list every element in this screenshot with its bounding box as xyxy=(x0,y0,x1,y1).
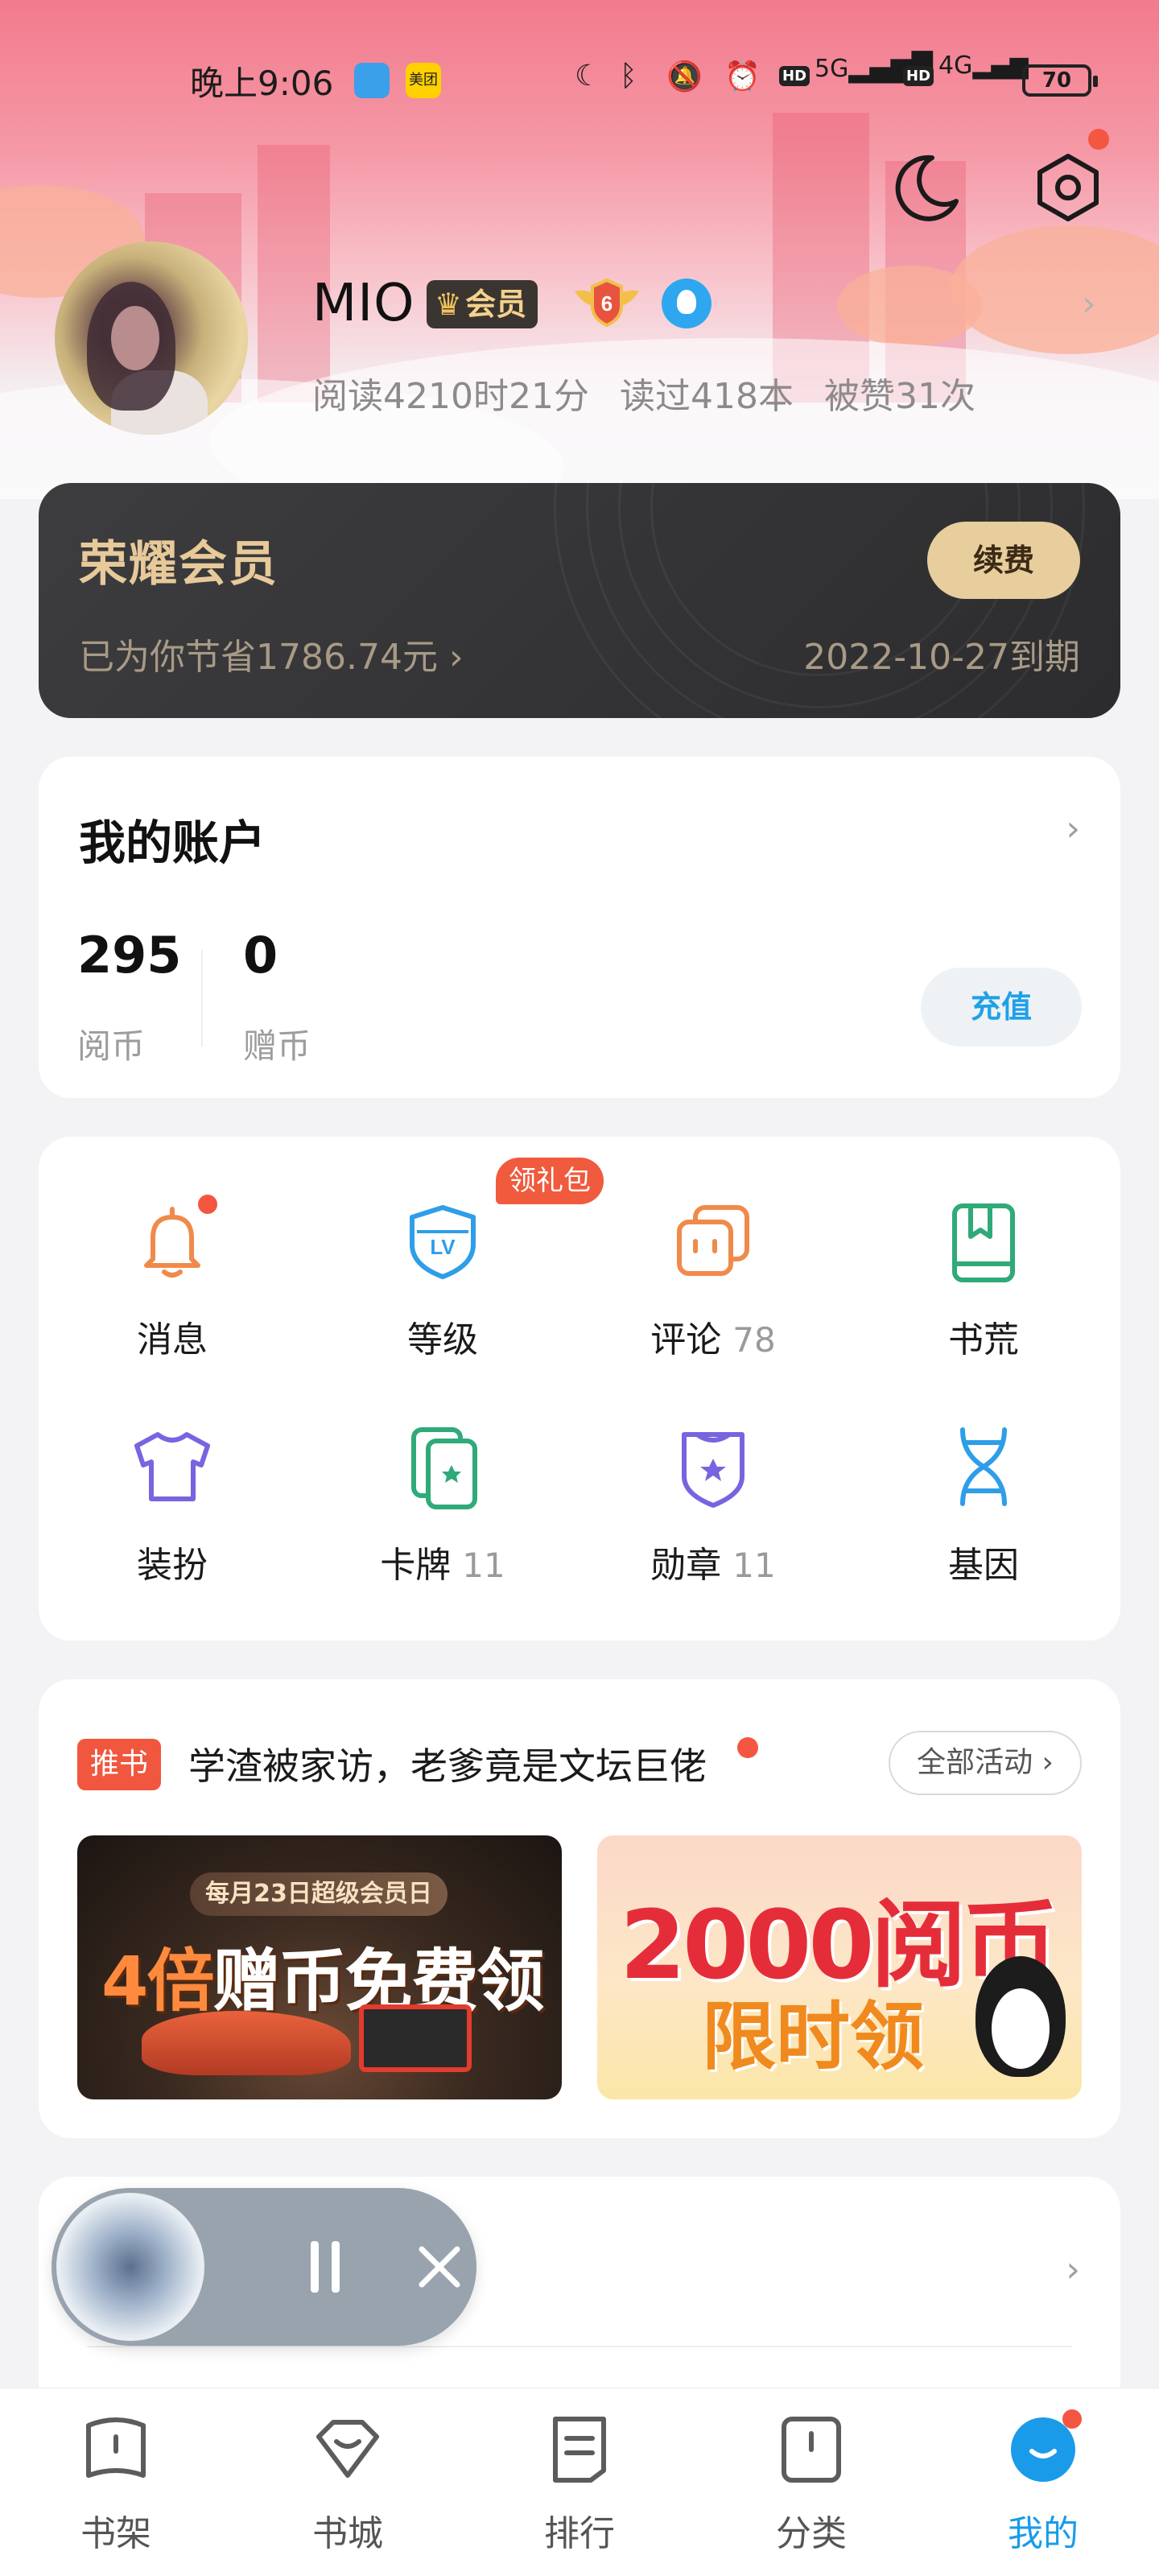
comment-icon xyxy=(677,1205,749,1276)
grid-item-messages[interactable]: 消息 xyxy=(60,1193,285,1362)
more-chevron-icon[interactable]: › xyxy=(1066,2249,1080,2290)
banner-pill: 每月23日超级会员日 xyxy=(190,1872,448,1916)
level-number: 6 xyxy=(601,291,612,316)
category-icon xyxy=(782,2417,841,2483)
grid-label: 消息 xyxy=(137,1319,208,1360)
grid-item-gene[interactable]: 基因 xyxy=(871,1418,1096,1587)
account-card: 我的账户 › 295 阅币 0 赠币 充值 xyxy=(39,757,1120,1098)
divider xyxy=(87,2346,1072,2347)
game-console-image xyxy=(359,2004,472,2072)
settings-notification-dot xyxy=(1088,129,1109,150)
coin-label: 阅币 xyxy=(77,1026,146,1066)
pause-icon[interactable] xyxy=(306,2241,344,2293)
grid-label: 装扮 xyxy=(137,1545,208,1586)
dna-icon xyxy=(960,1427,1007,1506)
audio-cover-image[interactable] xyxy=(56,2193,204,2341)
banner-headline: 4倍赠币免费领 xyxy=(101,1942,544,2021)
honor-member-card[interactable]: 荣耀会员 已为你节省1786.74元 › 2022-10-27到期 续费 xyxy=(39,483,1120,718)
grid-item-medals[interactable]: 勋章 11 xyxy=(600,1418,826,1587)
renew-button[interactable]: 续费 xyxy=(927,522,1080,599)
recommend-tag: 推书 xyxy=(77,1739,161,1790)
books-read-stat: 读过418本 xyxy=(619,376,794,417)
settings-icon[interactable] xyxy=(1032,151,1104,224)
grid-label: 书荒 xyxy=(948,1319,1019,1360)
hd-icon-2: HD xyxy=(903,66,934,86)
grid-item-level[interactable]: LV 等级 xyxy=(330,1193,555,1362)
bookshelf-icon xyxy=(86,2417,146,2478)
grid-item-cards[interactable]: 卡牌 11 xyxy=(330,1418,555,1587)
nav-bookstore[interactable]: 书城 xyxy=(267,2409,428,2556)
bookstore-icon xyxy=(316,2420,379,2478)
bluetooth-icon: ᛒ xyxy=(620,60,637,93)
signal-4g-icon: 4G▂▄▆ xyxy=(938,52,1029,80)
super-member-day-banner[interactable]: 每月23日超级会员日 4倍赠币免费领 xyxy=(77,1835,562,2099)
svg-text:LV: LV xyxy=(430,1235,456,1259)
expire-date: 2022-10-27到期 xyxy=(803,637,1080,678)
battery-icon: 70 xyxy=(1022,64,1098,97)
recharge-button[interactable]: 充值 xyxy=(921,968,1082,1046)
ranking-icon xyxy=(553,2417,606,2483)
card-icon xyxy=(411,1427,477,1509)
banner-headline-limited: 限时领 xyxy=(702,1994,925,2080)
night-mode-icon[interactable] xyxy=(892,153,961,222)
mute-icon: 🔕 xyxy=(666,60,703,93)
level-wings-badge[interactable]: 6 xyxy=(568,274,645,330)
tshirt-icon xyxy=(134,1432,210,1501)
account-title[interactable]: 我的账户 xyxy=(79,805,266,873)
reading-time-stat: 阅读4210时21分 xyxy=(312,376,589,417)
likes-stat: 被赞31次 xyxy=(823,376,975,417)
floating-audio-player[interactable] xyxy=(52,2188,476,2346)
grid-label: 等级 xyxy=(407,1319,478,1360)
grid-label: 基因 xyxy=(948,1545,1019,1586)
gift-coin-balance[interactable]: 0 xyxy=(243,926,278,985)
balance-divider xyxy=(201,950,203,1046)
nav-profile[interactable]: 我的 xyxy=(963,2409,1124,2556)
nav-bookshelf[interactable]: 书架 xyxy=(35,2409,196,2556)
coins-banner[interactable]: 2000阅币 限时领 xyxy=(597,1835,1082,2099)
crown-icon: ♛ xyxy=(435,287,463,322)
moon-status-icon: ☾ xyxy=(575,60,601,93)
close-icon[interactable] xyxy=(410,2238,468,2296)
savings-link[interactable]: 已为你节省1786.74元 › xyxy=(79,628,464,679)
hd-icon: HD xyxy=(779,66,810,86)
avatar[interactable] xyxy=(55,242,248,435)
alarm-icon: ⏰ xyxy=(724,60,761,93)
member-title: 荣耀会员 xyxy=(79,536,278,592)
grid-label: 卡牌 11 xyxy=(380,1545,505,1586)
medal-icon xyxy=(682,1432,744,1508)
username[interactable]: MIO xyxy=(312,274,415,333)
gift-coin-label: 赠币 xyxy=(243,1026,311,1066)
bottom-navigation: 书架 书城 排行 分类 我的 xyxy=(0,2388,1159,2576)
meituan-notification-icon: 美团 xyxy=(406,63,441,98)
status-bar: 晚上9:06 美团 ☾ ᛒ 🔕 ⏰ HD 5G▂▄▆█ HD 4G▂▄▆ 70 xyxy=(0,48,1159,113)
grid-item-book-shortage[interactable]: 书荒 xyxy=(871,1193,1096,1362)
qq-notification-icon xyxy=(354,63,390,98)
profile-stats: 阅读4210时21分 读过418本 被赞31次 xyxy=(312,367,995,419)
level-shield-icon: LV xyxy=(410,1205,476,1279)
qq-icon[interactable] xyxy=(662,279,711,328)
grid-item-dressup[interactable]: 装扮 xyxy=(60,1418,285,1587)
account-chevron-icon[interactable]: › xyxy=(1066,808,1080,849)
member-badge[interactable]: ♛ 会员 xyxy=(427,280,538,328)
nav-category[interactable]: 分类 xyxy=(731,2409,892,2556)
all-activities-button[interactable]: 全部活动 › xyxy=(889,1731,1082,1795)
promo-card: 推书 学渣被家访，老爹竟是文坛巨佬 全部活动 › 每月23日超级会员日 4倍赠币… xyxy=(39,1679,1120,2138)
status-time: 晚上9:06 xyxy=(190,64,334,103)
recommended-book-link[interactable]: 学渣被家访，老爹竟是文坛巨佬 xyxy=(188,1737,707,1790)
profile-chevron-icon[interactable]: › xyxy=(1082,283,1096,324)
profile-icon xyxy=(1011,2409,1082,2482)
penguin-mascot-image xyxy=(975,1956,1066,2077)
nav-ranking[interactable]: 排行 xyxy=(499,2409,660,2556)
grid-item-comments[interactable]: 评论 78 xyxy=(600,1193,826,1362)
grid-label: 评论 78 xyxy=(650,1319,776,1360)
coin-balance[interactable]: 295 xyxy=(77,926,181,985)
bookmark-book-icon xyxy=(952,1203,1015,1282)
promo-notification-dot xyxy=(737,1737,758,1758)
bell-icon xyxy=(144,1195,217,1278)
grid-label: 勋章 11 xyxy=(650,1545,776,1586)
feature-grid-card: 领礼包 消息 LV 等级 评论 78 书荒 装扮 卡牌 11 勋章 11 基因 xyxy=(39,1137,1120,1641)
